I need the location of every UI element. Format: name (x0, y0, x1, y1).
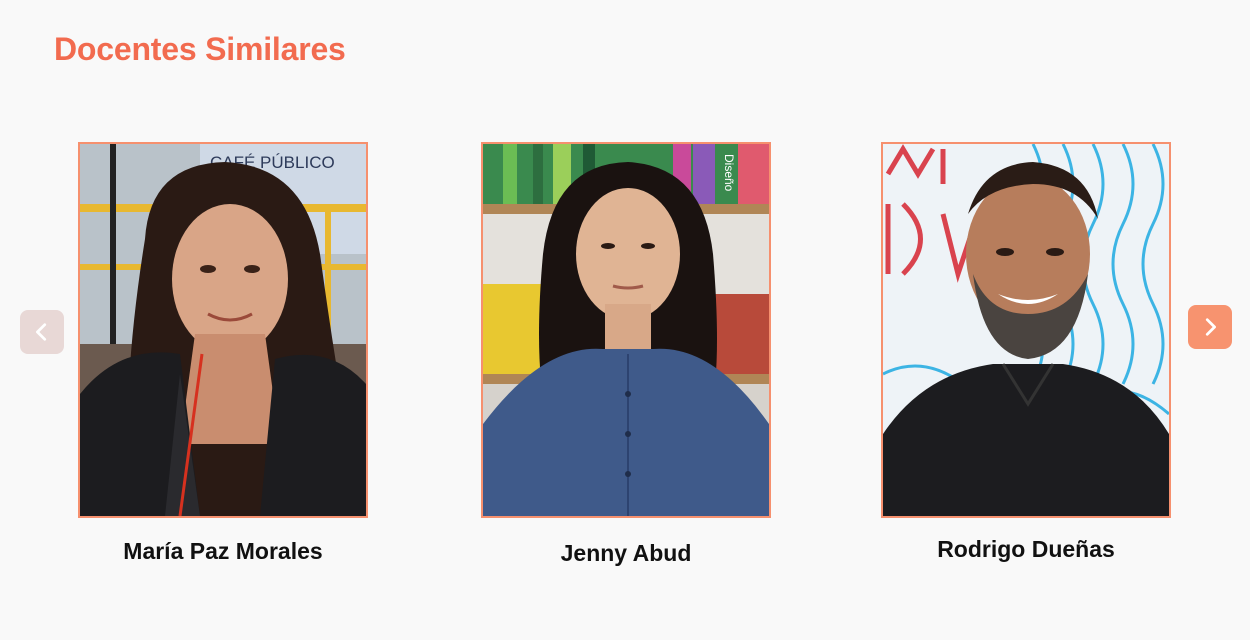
chevron-left-icon (36, 323, 47, 341)
teacher-name[interactable]: María Paz Morales (78, 538, 368, 565)
teacher-photo-image (883, 144, 1169, 516)
teachers-carousel: CAFÉ PÚBLICO María Paz Morales Diseño Je… (0, 0, 1250, 640)
teacher-photo-image: CAFÉ PÚBLICO (80, 144, 366, 516)
teacher-card[interactable]: Diseño Jenny Abud (481, 142, 771, 567)
carousel-next-button[interactable] (1188, 305, 1232, 349)
teacher-name[interactable]: Jenny Abud (481, 540, 771, 567)
teacher-name[interactable]: Rodrigo Dueñas (881, 536, 1171, 563)
carousel-prev-button[interactable] (20, 310, 64, 354)
teacher-photo[interactable]: CAFÉ PÚBLICO (78, 142, 368, 518)
teacher-card[interactable]: CAFÉ PÚBLICO María Paz Morales (78, 142, 368, 565)
teacher-photo-image: Diseño (483, 144, 769, 516)
book-spine-text: Diseño (722, 154, 736, 192)
chevron-right-icon (1205, 318, 1216, 336)
teacher-photo[interactable]: Diseño (481, 142, 771, 518)
teacher-card[interactable]: Rodrigo Dueñas (881, 142, 1171, 563)
teacher-photo[interactable] (881, 142, 1171, 518)
